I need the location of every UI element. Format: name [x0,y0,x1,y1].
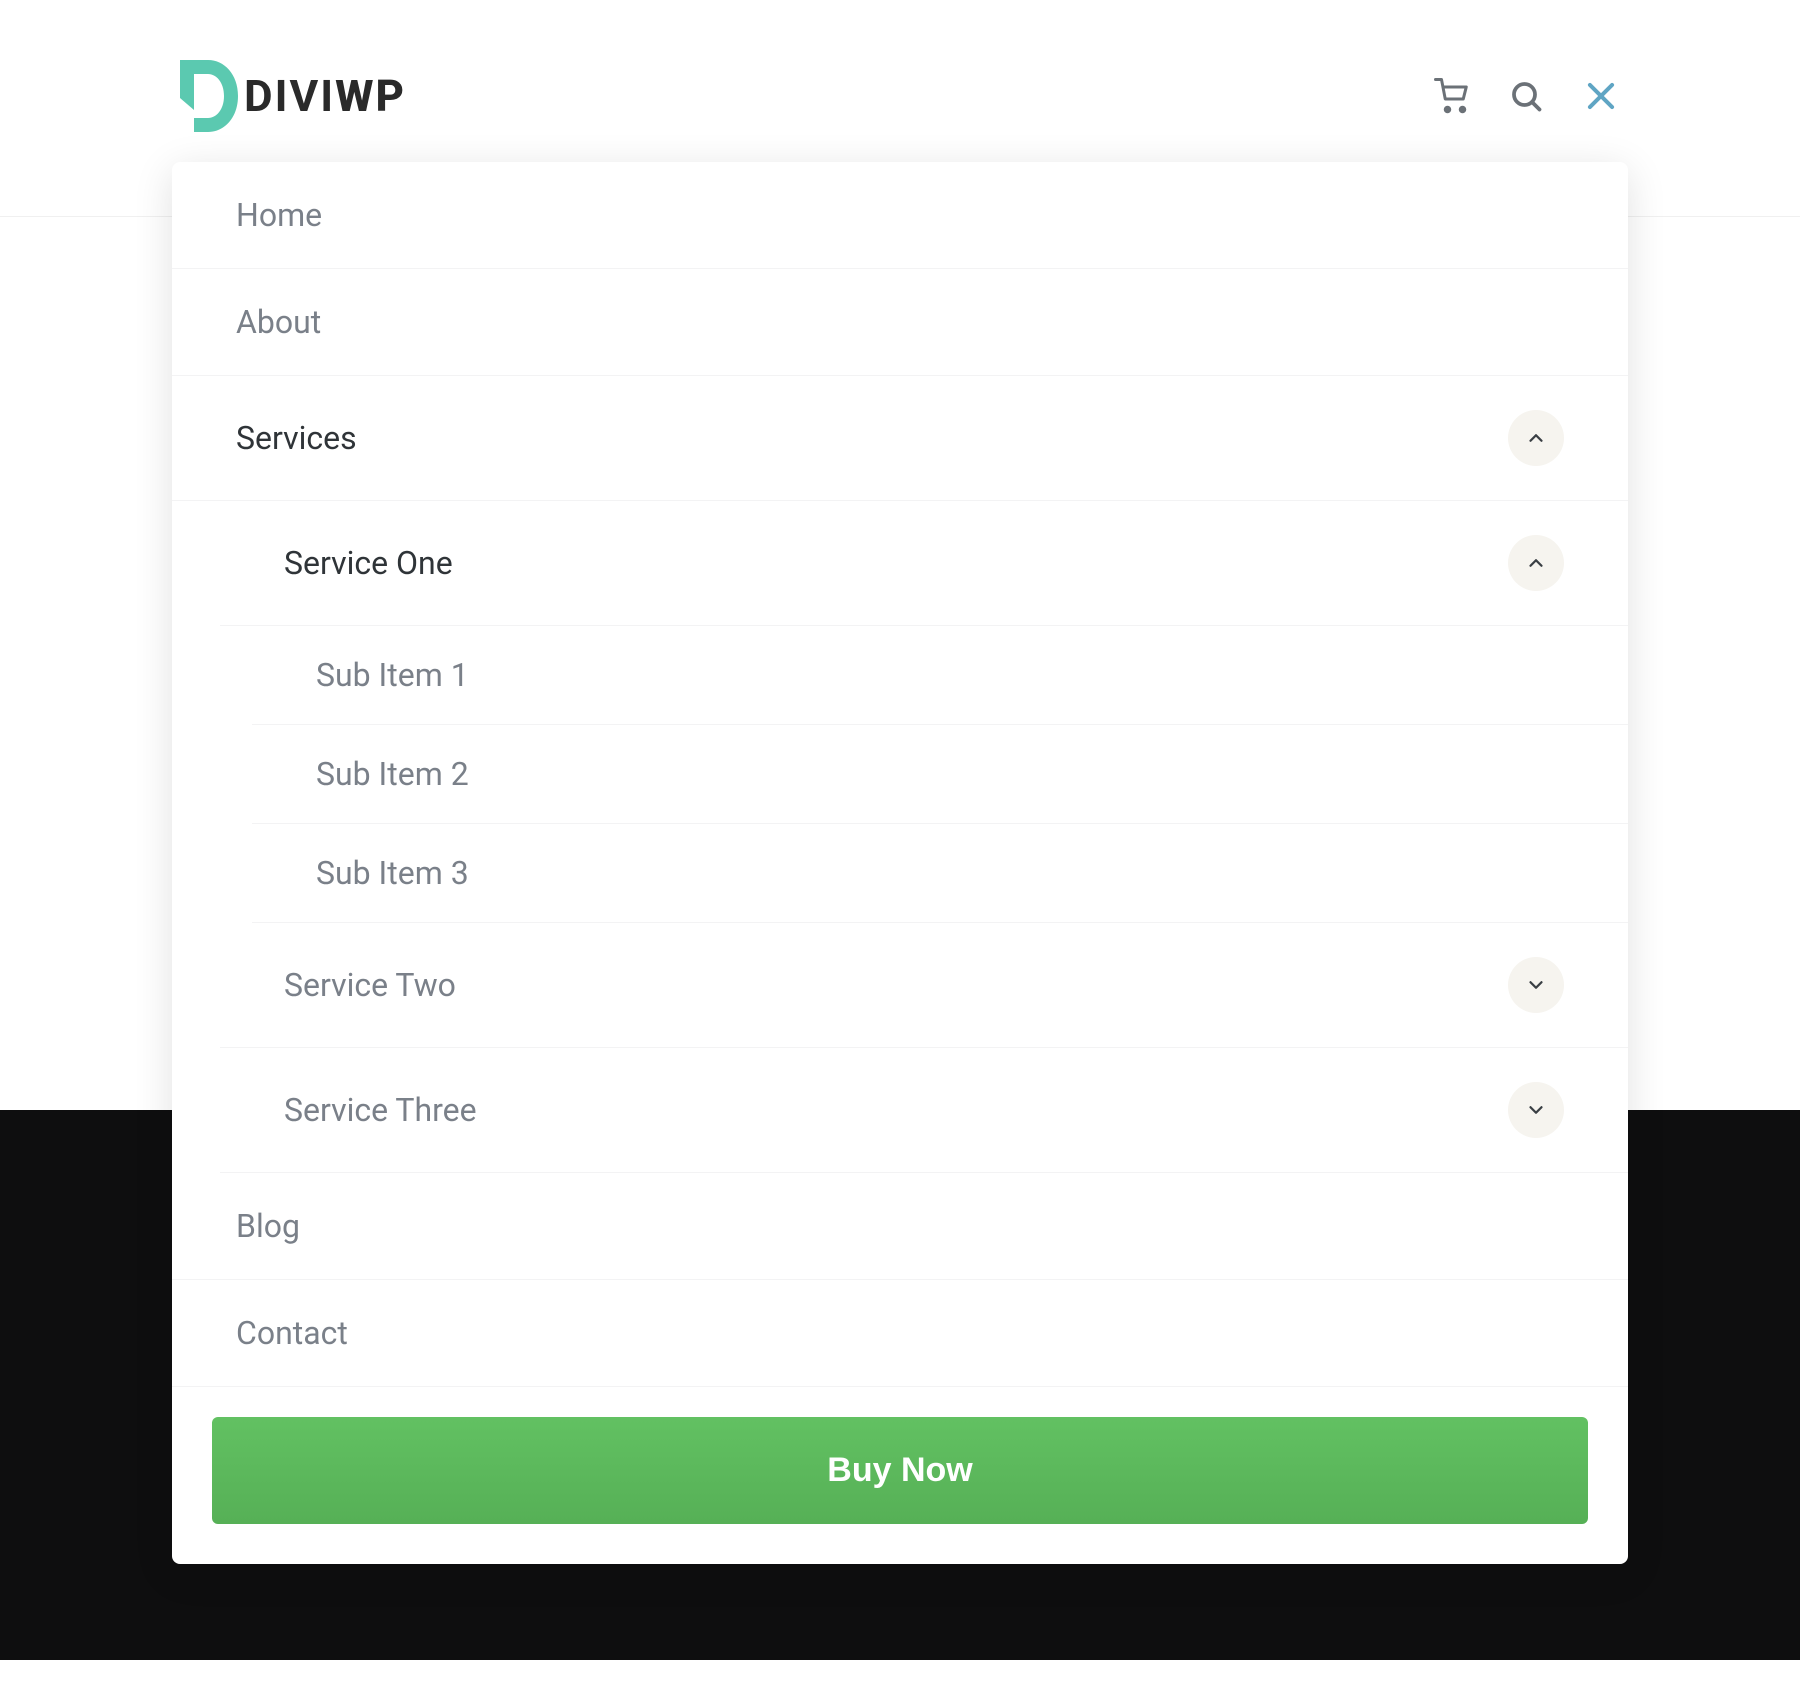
header-actions [1434,77,1620,115]
submenu-services: Service One Sub Item 1 Sub Item 2 [172,501,1628,1173]
buy-now-button[interactable]: Buy Now [212,1417,1588,1524]
header: DIVIWP [0,0,1800,162]
menu-list: Home About Services Service One [172,162,1628,1387]
chevron-down-icon [1525,974,1547,996]
logo[interactable]: DIVIWP [180,60,406,132]
chevron-up-icon [1525,552,1547,574]
menu-item-home[interactable]: Home [172,162,1628,269]
menu-item-contact[interactable]: Contact [172,1280,1628,1387]
menu-item-blog[interactable]: Blog [172,1173,1628,1280]
logo-text-divi: DIVI [244,70,335,122]
menu-item-label: Sub Item 1 [316,656,469,694]
mobile-menu-panel: Home About Services Service One [172,162,1628,1564]
menu-item-label: Sub Item 3 [316,854,469,892]
chevron-up-icon [1525,427,1547,449]
collapse-button[interactable] [1508,410,1564,466]
cta-wrapper: Buy Now [172,1387,1628,1524]
menu-item-label: Home [236,196,322,234]
menu-item-service-one[interactable]: Service One [220,501,1628,626]
menu-item-label: Service Three [284,1091,477,1129]
menu-item-label: Blog [236,1207,300,1245]
logo-text: DIVIWP [244,70,406,122]
expand-button[interactable] [1508,1082,1564,1138]
menu-item-label: Service One [284,544,453,582]
menu-item-sub-item-3[interactable]: Sub Item 3 [252,824,1628,923]
menu-item-service-two[interactable]: Service Two [220,923,1628,1048]
menu-item-label: Contact [236,1314,348,1352]
menu-item-label: About [236,303,321,341]
cart-icon[interactable] [1434,78,1470,114]
expand-button[interactable] [1508,957,1564,1013]
menu-item-label: Service Two [284,966,456,1004]
menu-item-sub-item-1[interactable]: Sub Item 1 [252,626,1628,725]
menu-item-sub-item-2[interactable]: Sub Item 2 [252,725,1628,824]
menu-item-services[interactable]: Services [172,376,1628,501]
search-icon[interactable] [1508,78,1544,114]
collapse-button[interactable] [1508,535,1564,591]
menu-item-label: Services [236,419,357,457]
menu-item-label: Sub Item 2 [316,755,469,793]
logo-text-wp: WP [335,70,406,122]
submenu-service-one: Sub Item 1 Sub Item 2 Sub Item 3 [220,626,1628,923]
logo-mark-icon [180,60,238,132]
menu-item-service-three[interactable]: Service Three [220,1048,1628,1173]
menu-item-about[interactable]: About [172,269,1628,376]
close-icon[interactable] [1582,77,1620,115]
chevron-down-icon [1525,1099,1547,1121]
